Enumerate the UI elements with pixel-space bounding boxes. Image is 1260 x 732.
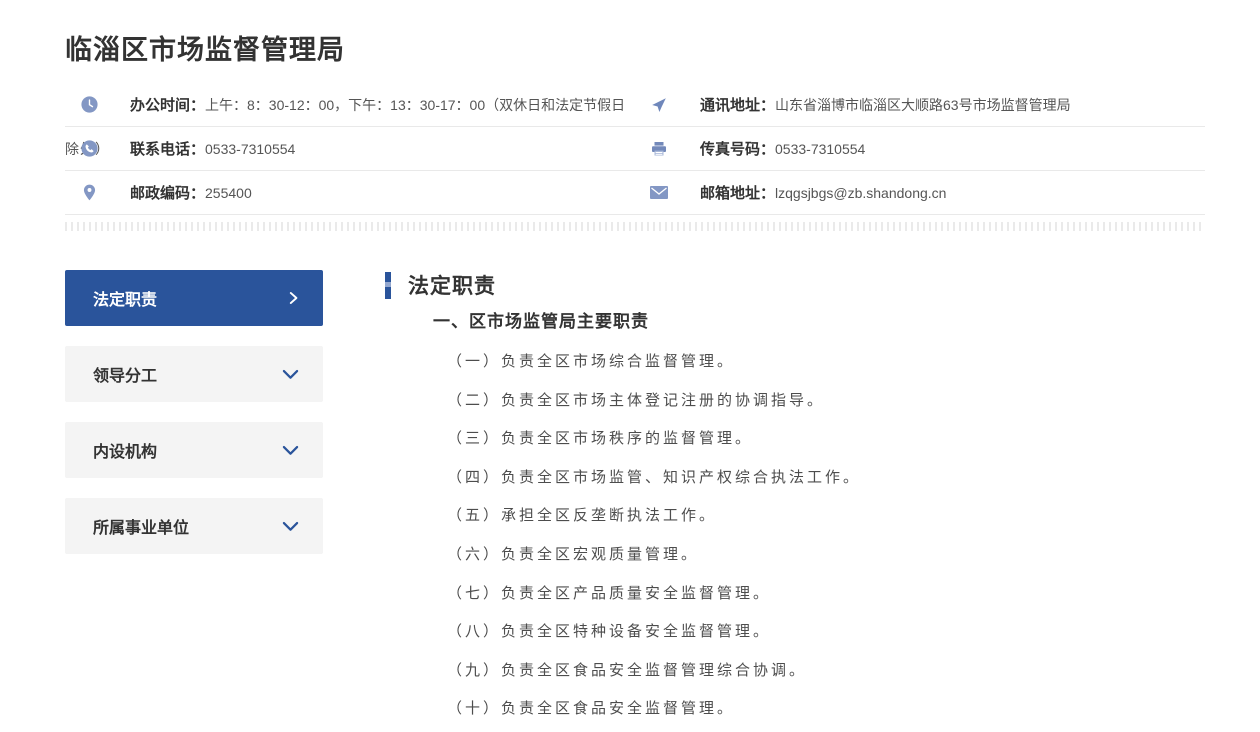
chevron-right-icon [288,290,299,306]
duty-item: （五）承担全区反垄断执法工作。 [447,506,718,525]
fax-item: 传真号码： 0533-7310554 [635,127,1205,171]
sidebar-item-label: 法定职责 [93,292,158,309]
duty-item: （八）负责全区特种设备安全监督管理。 [447,622,772,641]
email-label: 邮箱地址： [700,185,776,202]
sidebar-item-affiliated-units[interactable]: 所属事业单位 [65,498,323,554]
sidebar-item-label: 领导分工 [93,368,158,385]
postcode-label: 邮政编码： [130,185,206,202]
page: 临淄区市场监督管理局 办公时间： 上午：8：30-12：00，下午：13：30-… [0,0,1260,728]
email-value: lzqgsjbgs@zb.shandong.cn [775,184,947,201]
duties-list: （一）负责全区市场综合监督管理。 （二）负责全区市场主体登记注册的协调指导。 （… [447,342,1205,728]
section-title-marker [385,271,391,299]
duty-item: （四）负责全区市场监管、知识产权综合执法工作。 [447,467,862,486]
page-title: 临淄区市场监督管理局 [65,35,345,65]
chevron-down-icon [282,521,299,532]
address-label: 通讯地址： [700,97,776,114]
envelope-icon [650,186,668,199]
phone-label: 联系电话： [130,141,206,158]
phone-icon [80,140,98,157]
sidebar-item-leadership[interactable]: 领导分工 [65,346,323,402]
sidebar-nav: 法定职责 领导分工 内设机构 所属事业单位 [65,270,323,728]
duty-item: （二）负责全区市场主体登记注册的协调指导。 [447,390,826,409]
duty-item: （十）负责全区食品安全监督管理。 [447,699,736,718]
section-header: 法定职责 [385,270,1205,300]
email-item: 邮箱地址： lzqgsjbgs@zb.shandong.cn [635,171,1205,215]
office-hours-value: 上午：8：30-12：00，下午：13：30-17：00（双休日和法定节假日 [205,96,626,113]
duty-item: （一）负责全区市场综合监督管理。 [447,352,736,370]
contact-info-section: 办公时间： 上午：8：30-12：00，下午：13：30-17：00（双休日和法… [65,83,1205,215]
content-area: 法定职责 领导分工 内设机构 所属事业单位 法定职责 一、区市场监管局主要职责 … [65,270,1205,728]
chevron-down-icon [282,369,299,380]
sidebar-item-label: 所属事业单位 [93,520,190,537]
address-item: 通讯地址： 山东省淄博市临淄区大顺路63号市场监督管理局 [635,83,1205,127]
postcode-value: 255400 [205,184,252,201]
sidebar-item-label: 内设机构 [93,444,158,461]
fax-icon [650,141,668,157]
fax-value: 0533-7310554 [775,140,866,157]
sidebar-item-legal-duties[interactable]: 法定职责 [65,270,323,326]
address-value: 山东省淄博市临淄区大顺路63号市场监督管理局 [775,96,1071,113]
duty-item: （三）负责全区市场秩序的监督管理。 [447,429,754,448]
office-hours-label: 办公时间： [130,97,206,114]
fax-label: 传真号码： [700,141,776,158]
duty-item: （七）负责全区产品质量安全监督管理。 [447,583,772,602]
sidebar-item-internal-orgs[interactable]: 内设机构 [65,422,323,478]
phone-value: 0533-7310554 [205,140,296,157]
send-icon [650,97,668,113]
striped-divider [65,222,1205,231]
clock-icon [80,96,98,113]
section-subtitle: 一、区市场监管局主要职责 [433,312,649,331]
duty-item: （九）负责全区食品安全监督管理综合协调。 [447,660,808,679]
main-content: 法定职责 一、区市场监管局主要职责 （一）负责全区市场综合监督管理。 （二）负责… [385,270,1205,728]
office-hours-item: 办公时间： 上午：8：30-12：00，下午：13：30-17：00（双休日和法… [65,83,635,127]
postcode-item: 邮政编码： 255400 [65,171,635,215]
section-title: 法定职责 [408,275,496,298]
duty-item: （六）负责全区宏观质量管理。 [447,544,700,563]
chevron-down-icon [282,445,299,456]
phone-item: 除外） 联系电话： 0533-7310554 [65,127,635,171]
location-pin-icon [80,184,98,201]
